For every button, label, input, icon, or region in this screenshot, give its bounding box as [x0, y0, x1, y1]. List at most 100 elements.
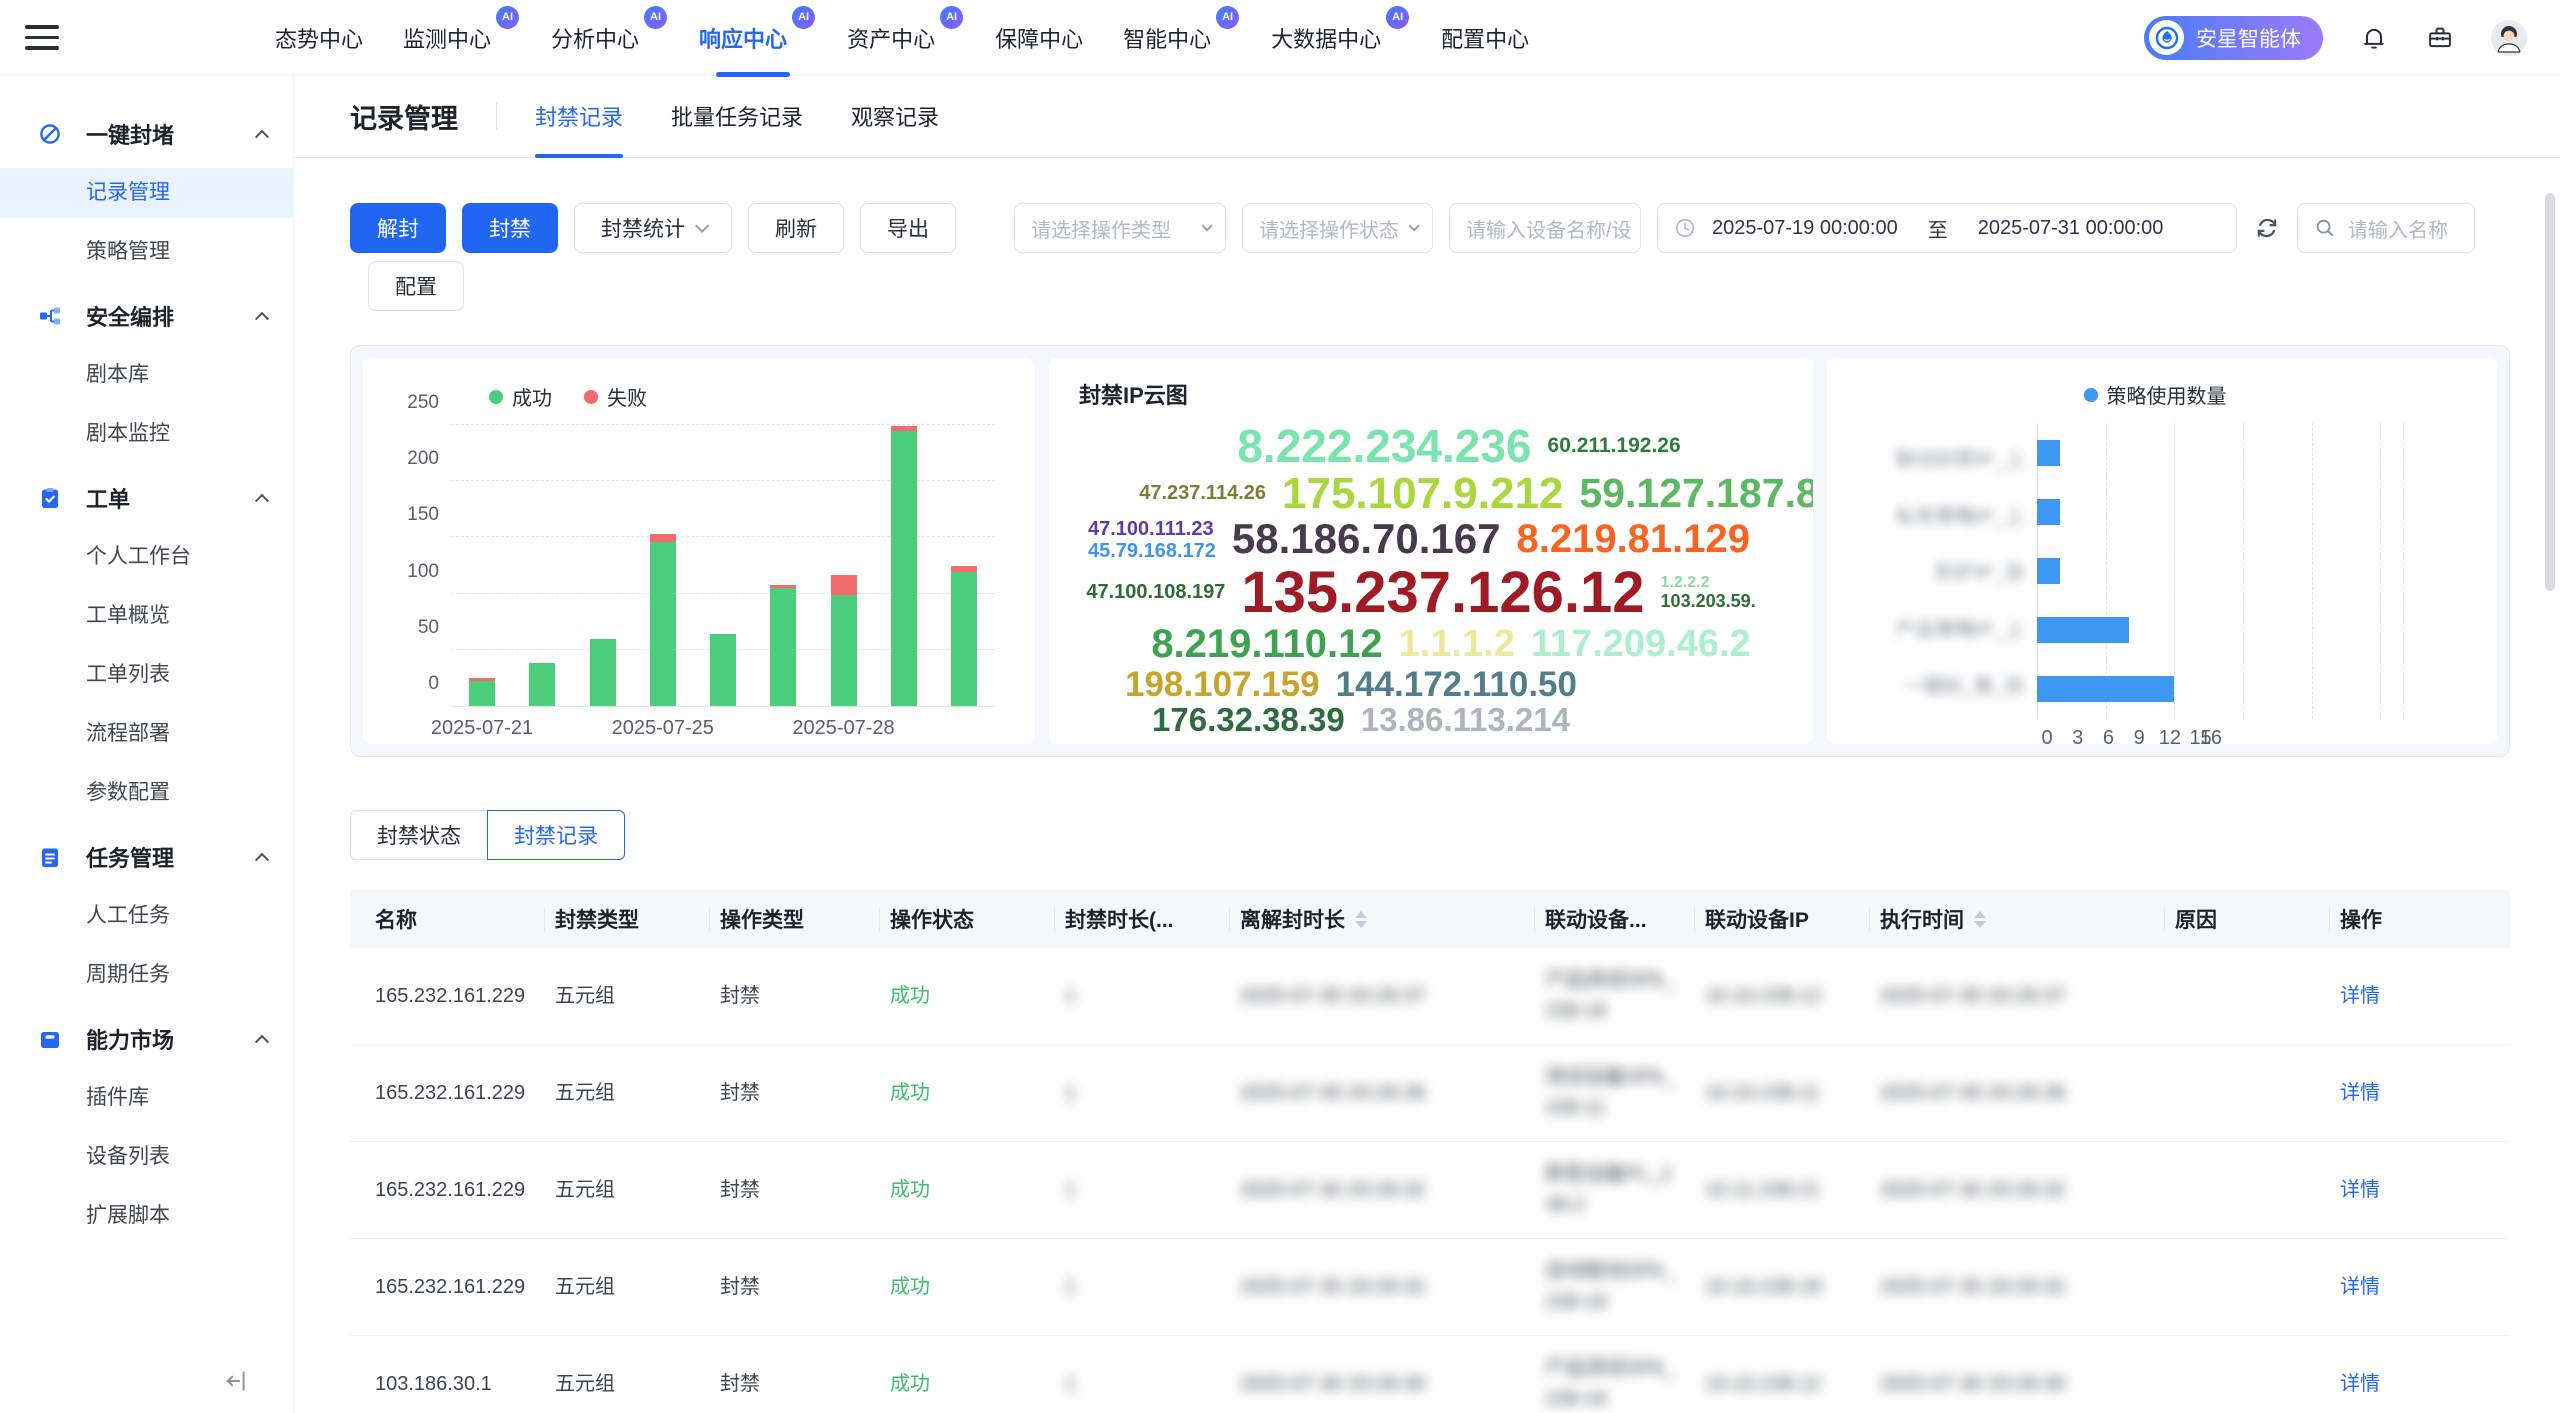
wordcloud-word[interactable]: 8.219.110.12: [1151, 623, 1382, 665]
wordcloud-word[interactable]: 8.219.81.129: [1516, 518, 1750, 560]
nav-item-大数据中心[interactable]: 大数据中心AI: [1271, 0, 1401, 77]
op-type-select[interactable]: 请选择操作类型: [1014, 203, 1226, 253]
wordcloud-word[interactable]: 8.222.234.236: [1237, 422, 1531, 471]
sidebar-item-剧本库[interactable]: 剧本库: [0, 350, 293, 400]
wordcloud-word[interactable]: 47.100.108.197: [1086, 582, 1225, 603]
sidebar-section-任务管理[interactable]: 任务管理: [0, 832, 293, 882]
legend-item-成功[interactable]: 成功: [489, 382, 552, 411]
cell-device: 产品测试SPA_238-16: [1545, 965, 1705, 1027]
sidebar-section-安全编排[interactable]: 安全编排: [0, 291, 293, 341]
legend-item-失败[interactable]: 失败: [584, 382, 647, 411]
config-button[interactable]: 配置: [368, 261, 464, 311]
details-link[interactable]: 详情: [2340, 1082, 2380, 1104]
subtab-ban-records[interactable]: 封禁记录: [487, 810, 625, 860]
wordcloud-word[interactable]: 60.211.192.26: [1548, 435, 1681, 457]
nav-item-保障中心[interactable]: 保障中心: [995, 0, 1083, 77]
tab-observe-records[interactable]: 观察记录: [851, 75, 939, 157]
toolbox-icon[interactable]: [2425, 23, 2455, 53]
bar[interactable]: [2037, 617, 2129, 643]
hamburger-menu-icon[interactable]: [25, 25, 59, 50]
nav-item-智能中心[interactable]: 智能中心AI: [1123, 0, 1231, 77]
bar[interactable]: [710, 425, 736, 706]
bar[interactable]: [590, 425, 616, 706]
subtab-ban-status[interactable]: 封禁状态: [350, 810, 488, 860]
wordcloud-word[interactable]: 45.79.168.172: [1088, 540, 1216, 562]
nav-item-分析中心[interactable]: 分析中心AI: [551, 0, 659, 77]
bar[interactable]: [831, 425, 857, 706]
ban-stats-dropdown-button[interactable]: 封禁统计: [574, 203, 732, 253]
search-input[interactable]: 请输入名称: [2297, 203, 2475, 253]
wordcloud-word[interactable]: 144.172.110.50: [1336, 666, 1577, 703]
details-link[interactable]: 详情: [2340, 1179, 2380, 1201]
bar[interactable]: [2037, 558, 2060, 584]
bar[interactable]: [469, 425, 495, 706]
details-link[interactable]: 详情: [2340, 1276, 2380, 1298]
details-link[interactable]: 详情: [2340, 985, 2380, 1007]
nav-item-资产中心[interactable]: 资产中心AI: [847, 0, 955, 77]
sidebar-item-工单概览[interactable]: 工单概览: [0, 591, 293, 641]
vertical-scrollbar-thumb[interactable]: [2545, 193, 2555, 591]
nav-item-态势中心[interactable]: 态势中心: [275, 0, 363, 77]
wordcloud-word[interactable]: 13.86.113.214: [1361, 703, 1570, 738]
sidebar-item-流程部署[interactable]: 流程部署: [0, 709, 293, 759]
unblock-button[interactable]: 解封: [350, 203, 446, 253]
tab-batch-task-records[interactable]: 批量任务记录: [671, 75, 803, 157]
bar[interactable]: [770, 425, 796, 706]
wordcloud-word[interactable]: 135.237.126.12: [1241, 562, 1644, 623]
bar[interactable]: [650, 425, 676, 706]
user-avatar[interactable]: [2491, 20, 2527, 56]
details-link[interactable]: 详情: [2340, 1373, 2380, 1395]
ai-badge-icon: AI: [1386, 6, 1409, 29]
refresh-button[interactable]: 刷新: [748, 203, 844, 253]
export-button[interactable]: 导出: [860, 203, 956, 253]
sidebar-section-工单[interactable]: 工单: [0, 473, 293, 523]
sort-icon[interactable]: [1974, 911, 1986, 928]
bell-icon[interactable]: [2359, 23, 2389, 53]
nav-item-响应中心[interactable]: 响应中心AI: [699, 0, 807, 77]
bar[interactable]: [891, 425, 917, 706]
sidebar-item-工单列表[interactable]: 工单列表: [0, 650, 293, 700]
wordcloud-word[interactable]: 198.107.159: [1125, 666, 1320, 703]
wordcloud-word[interactable]: 1.1.1.2: [1399, 624, 1515, 664]
sidebar-item-记录管理[interactable]: 记录管理: [0, 168, 293, 218]
sidebar-section-能力市场[interactable]: 能力市场: [0, 1014, 293, 1064]
bar[interactable]: [2037, 499, 2060, 525]
wordcloud-word[interactable]: 117.209.46.2: [1531, 624, 1751, 664]
sidebar-item-插件库[interactable]: 插件库: [0, 1073, 293, 1123]
sidebar-item-周期任务[interactable]: 周期任务: [0, 950, 293, 1000]
bar[interactable]: [2037, 676, 2174, 702]
sidebar-item-参数配置[interactable]: 参数配置: [0, 768, 293, 818]
column-header-离解封时长[interactable]: 离解封时长: [1240, 904, 1545, 934]
bar[interactable]: [2037, 440, 2060, 466]
sidebar-item-扩展脚本[interactable]: 扩展脚本: [0, 1191, 293, 1241]
wordcloud-word[interactable]: 47.100.111.23: [1088, 518, 1214, 540]
nav-item-配置中心[interactable]: 配置中心: [1441, 0, 1529, 77]
column-header-执行时间[interactable]: 执行时间: [1880, 904, 2175, 934]
op-status-select[interactable]: 请选择操作状态: [1242, 203, 1433, 253]
collapse-sidebar-icon[interactable]: [223, 1368, 249, 1399]
date-range-picker[interactable]: 2025-07-19 00:00:00 至 2025-07-31 00:00:0…: [1657, 203, 2237, 253]
assistant-badge[interactable]: 安星智能体: [2144, 16, 2323, 60]
wordcloud-word[interactable]: 1.2.2.2: [1661, 574, 1710, 592]
bar[interactable]: [951, 425, 977, 706]
wordcloud-word[interactable]: 103.203.59.: [1661, 592, 1756, 612]
sidebar-item-策略管理[interactable]: 策略管理: [0, 227, 293, 277]
sidebar-item-个人工作台[interactable]: 个人工作台: [0, 532, 293, 582]
wordcloud-word[interactable]: 59.127.187.8: [1579, 472, 1813, 515]
device-name-input[interactable]: 请输入设备名称/设: [1449, 203, 1641, 253]
sort-icon[interactable]: [1355, 911, 1367, 928]
wordcloud-word[interactable]: 176.32.38.39: [1152, 703, 1345, 738]
tab-ban-records[interactable]: 封禁记录: [535, 75, 623, 157]
legend-item-策略使用数量[interactable]: 策略使用数量: [2084, 380, 2227, 409]
sync-icon[interactable]: [2253, 214, 2281, 242]
block-button[interactable]: 封禁: [462, 203, 558, 253]
wordcloud-word[interactable]: 58.186.70.167: [1232, 517, 1501, 562]
sidebar-item-设备列表[interactable]: 设备列表: [0, 1132, 293, 1182]
nav-item-监测中心[interactable]: 监测中心AI: [403, 0, 511, 77]
wordcloud-word[interactable]: 47.237.114.26: [1139, 483, 1266, 504]
bar[interactable]: [529, 425, 555, 706]
wordcloud-word[interactable]: 175.107.9.212: [1282, 471, 1563, 518]
sidebar-item-人工任务[interactable]: 人工任务: [0, 891, 293, 941]
sidebar-section-一键封堵[interactable]: 一键封堵: [0, 109, 293, 159]
sidebar-item-剧本监控[interactable]: 剧本监控: [0, 409, 293, 459]
